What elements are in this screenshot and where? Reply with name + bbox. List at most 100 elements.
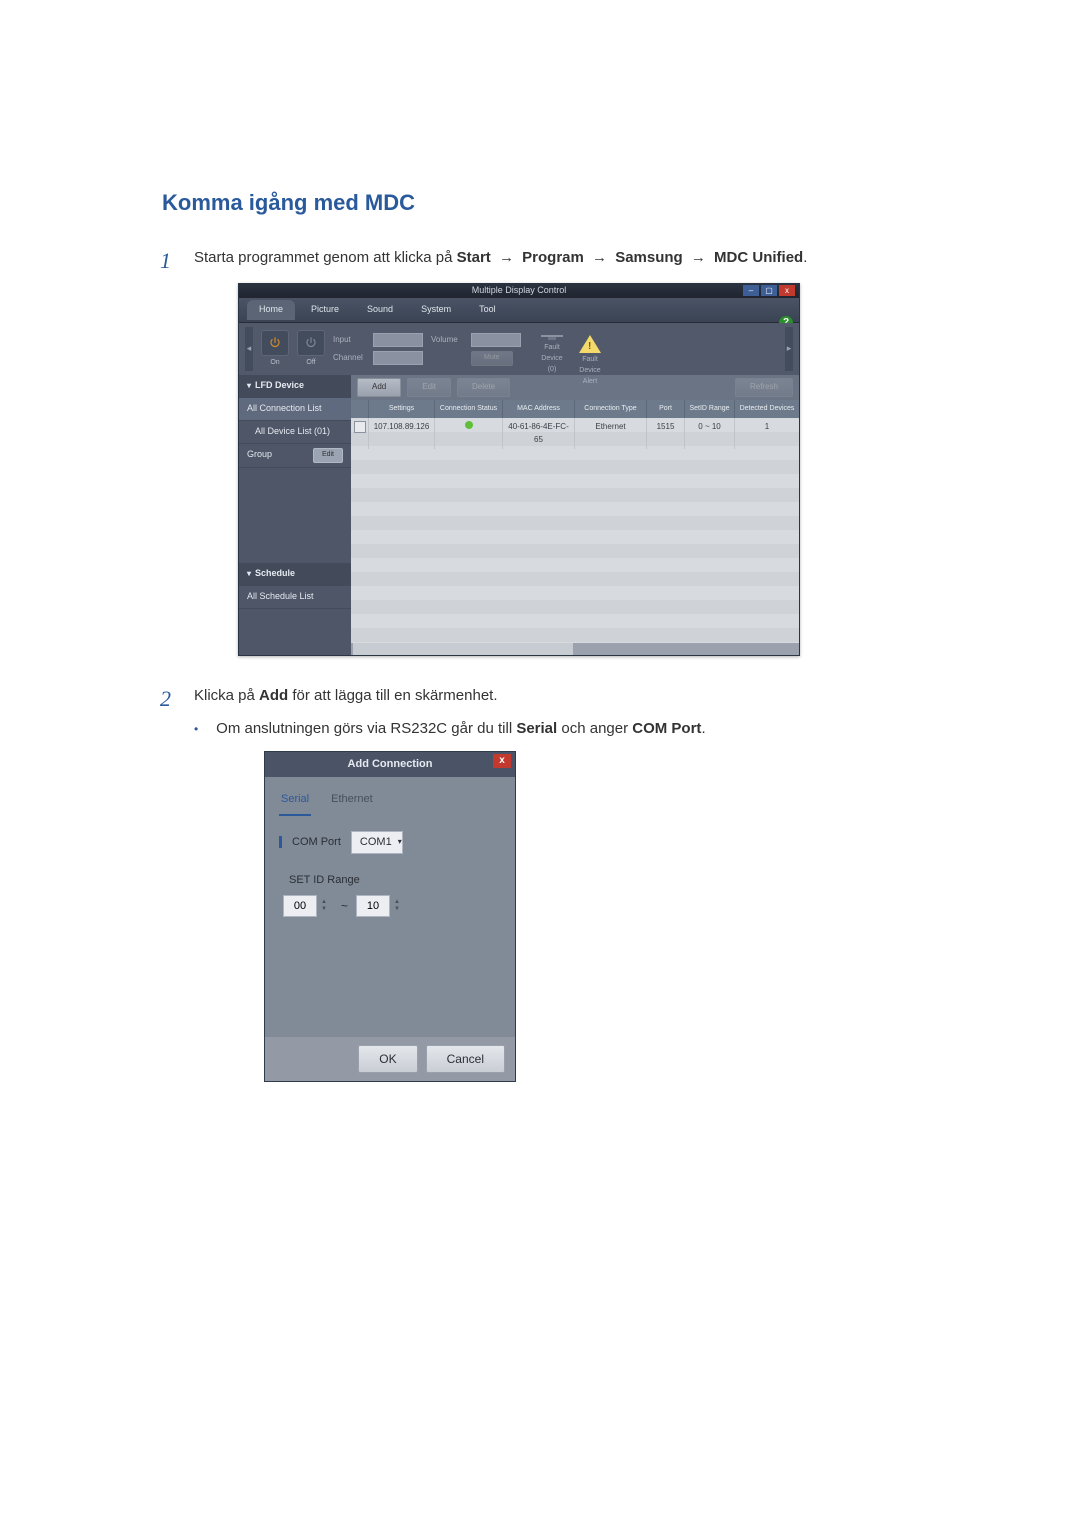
- range-from-spinner[interactable]: ▲▼: [283, 895, 333, 917]
- step2-post: för att lägga till en skärmenhet.: [288, 687, 497, 704]
- toolbar: ◂ On Off Input: [239, 323, 799, 375]
- path-start: Start: [457, 249, 491, 266]
- menubar: Home Picture Sound System Tool ?: [239, 298, 799, 323]
- range-to-spinner[interactable]: ▲▼: [356, 895, 406, 917]
- fault-alert-label: Fault Device Alert: [575, 355, 605, 388]
- close-button[interactable]: x: [779, 285, 795, 296]
- add-connection-dialog: Add Connection x Serial Ethernet COM Por…: [264, 751, 516, 1083]
- cell-settings: 107.108.89.126: [369, 418, 435, 449]
- com-port-select[interactable]: COM1 ▾: [351, 831, 403, 854]
- arrow-icon: →: [588, 246, 611, 269]
- menu-system[interactable]: System: [409, 300, 463, 320]
- ok-button[interactable]: OK: [358, 1045, 417, 1074]
- dialog-title: Add Connection: [348, 758, 433, 770]
- sub-post: .: [701, 720, 705, 737]
- sidebar-lfd-header[interactable]: ▾LFD Device: [239, 375, 351, 398]
- dialog-footer: OK Cancel: [265, 1037, 515, 1082]
- dialog-close-button[interactable]: x: [493, 754, 511, 768]
- col-conn-type: Connection Type: [575, 400, 647, 419]
- col-conn-status: Connection Status: [435, 400, 503, 419]
- com-port-label: COM Port: [292, 834, 341, 851]
- sidebar-group-edit-button[interactable]: Edit: [313, 448, 343, 463]
- col-settings: Settings: [369, 400, 435, 419]
- power-on-icon[interactable]: [261, 330, 289, 356]
- input-label: Input: [333, 334, 369, 346]
- path-samsung: Samsung: [615, 249, 683, 266]
- cell-status: [435, 418, 503, 449]
- step-num-2: 2: [160, 682, 171, 716]
- range-from-input[interactable]: [283, 895, 317, 917]
- mdc-window: Multiple Display Control – ▢ x Home Pict…: [238, 283, 800, 656]
- spin-down-icon[interactable]: ▼: [394, 906, 406, 913]
- sidebar-all-schedule[interactable]: All Schedule List: [239, 586, 351, 609]
- step1-suffix: .: [803, 249, 807, 266]
- col-checkbox: [351, 400, 369, 419]
- menu-picture[interactable]: Picture: [299, 300, 351, 320]
- page-title: Komma igång med MDC: [162, 190, 930, 216]
- edit-button[interactable]: Edit: [407, 378, 451, 396]
- channel-input[interactable]: [373, 351, 423, 365]
- input-select[interactable]: [373, 333, 423, 347]
- path-program: Program: [522, 249, 584, 266]
- field-marker-icon: [279, 836, 282, 848]
- col-detected: Detected Devices: [735, 400, 799, 419]
- range-to-input[interactable]: [356, 895, 390, 917]
- path-mdc: MDC Unified: [714, 249, 803, 266]
- step1-prefix: Starta programmet genom att klicka på: [194, 249, 457, 266]
- power-off-icon[interactable]: [297, 330, 325, 356]
- cancel-button[interactable]: Cancel: [426, 1045, 505, 1074]
- grid-header: Settings Connection Status MAC Address C…: [351, 400, 799, 419]
- power-off-label: Off: [306, 358, 315, 369]
- sub-pre: Om anslutningen görs via RS232C går du t…: [216, 720, 516, 737]
- dialog-titlebar: Add Connection x: [265, 752, 515, 777]
- horizontal-scrollbar[interactable]: [351, 643, 799, 655]
- add-button[interactable]: Add: [357, 378, 401, 396]
- spin-up-icon[interactable]: ▲: [394, 899, 406, 906]
- menu-home[interactable]: Home: [247, 300, 295, 320]
- mdc-titlebar: Multiple Display Control – ▢ x: [239, 284, 799, 298]
- toolbar-left-arrow[interactable]: ◂: [245, 327, 253, 371]
- refresh-button[interactable]: Refresh: [735, 378, 793, 396]
- com-port-value: COM1: [360, 834, 392, 851]
- row-checkbox[interactable]: [354, 421, 366, 433]
- scrollbar-thumb[interactable]: [353, 643, 573, 655]
- cell-mac: 40-61-86-4E-FC-65: [503, 418, 575, 449]
- fault-device-icon[interactable]: Fault Device (0): [537, 335, 567, 363]
- maximize-button[interactable]: ▢: [761, 285, 777, 296]
- table-row[interactable]: 107.108.89.126 40-61-86-4E-FC-65 Etherne…: [351, 418, 799, 432]
- tab-ethernet[interactable]: Ethernet: [329, 789, 375, 816]
- step2-pre: Klicka på: [194, 687, 259, 704]
- setid-label: SET ID Range: [289, 872, 360, 889]
- tab-serial[interactable]: Serial: [279, 789, 311, 816]
- sidebar-group: Group Edit: [239, 444, 351, 468]
- main-panel: Add Edit Delete Refresh Settings Connect…: [351, 375, 799, 655]
- sidebar-all-device[interactable]: All Device List (01): [239, 421, 351, 444]
- sidebar: ▾LFD Device All Connection List All Devi…: [239, 375, 351, 655]
- sidebar-all-connection[interactable]: All Connection List: [239, 398, 351, 421]
- col-port: Port: [647, 400, 685, 419]
- setid-row: SET ID Range ▲▼ ~ ▲▼: [279, 872, 501, 917]
- dialog-tabs: Serial Ethernet: [279, 789, 501, 817]
- sub-b2: COM Port: [632, 720, 701, 737]
- fault-alert-icon[interactable]: Fault Device Alert: [575, 335, 605, 363]
- sidebar-schedule-header[interactable]: ▾Schedule: [239, 563, 351, 586]
- dropdown-caret-icon: ▾: [398, 836, 402, 848]
- toolbar-right-arrow[interactable]: ▸: [785, 327, 793, 371]
- step-1: 1 Starta programmet genom att klicka på …: [160, 246, 930, 656]
- fault-device-label: Fault Device (0): [537, 343, 567, 376]
- channel-label: Channel: [333, 352, 369, 364]
- mute-button[interactable]: Mute: [471, 351, 513, 366]
- spin-up-icon[interactable]: ▲: [321, 899, 333, 906]
- menu-sound[interactable]: Sound: [355, 300, 405, 320]
- step-2-text: Klicka på Add för att lägga till en skär…: [194, 687, 498, 704]
- delete-button[interactable]: Delete: [457, 378, 510, 396]
- spin-down-icon[interactable]: ▼: [321, 906, 333, 913]
- volume-input[interactable]: [471, 333, 521, 347]
- window-caption: Multiple Display Control: [472, 284, 567, 298]
- step-2-sub: Om anslutningen görs via RS232C går du t…: [194, 717, 930, 740]
- grid-body: 107.108.89.126 40-61-86-4E-FC-65 Etherne…: [351, 418, 799, 643]
- minimize-button[interactable]: –: [743, 285, 759, 296]
- step-1-text: Starta programmet genom att klicka på St…: [194, 249, 807, 266]
- step-2: 2 Klicka på Add för att lägga till en sk…: [160, 684, 930, 1082]
- menu-tool[interactable]: Tool: [467, 300, 508, 320]
